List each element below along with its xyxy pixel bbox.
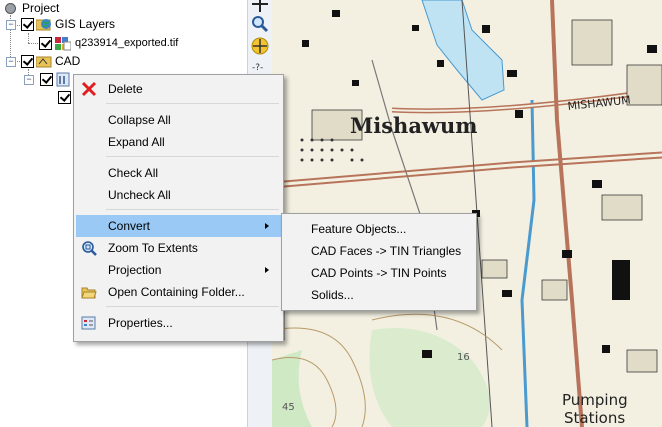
layer-checkbox[interactable] <box>58 91 71 104</box>
menu-item-label: CAD Points -> TIN Points <box>311 266 447 280</box>
tree-item-cad[interactable]: − CAD <box>0 53 240 70</box>
svg-text:-?-: -?- <box>252 63 263 73</box>
menu-item-label: CAD Faces -> TIN Triangles <box>311 244 462 258</box>
menu-separator <box>106 209 279 210</box>
collapse-toggle-icon[interactable]: − <box>6 57 16 67</box>
zoom-icon[interactable] <box>250 14 270 34</box>
menu-separator <box>106 156 279 157</box>
tree-item-raster[interactable]: q233914_exported.tif <box>0 35 240 52</box>
menu-item-label: Check All <box>108 166 159 180</box>
move-icon[interactable] <box>250 36 270 56</box>
layer-checkbox[interactable] <box>39 37 52 50</box>
properties-icon <box>81 315 97 331</box>
raster-image-icon <box>55 36 72 51</box>
pan-icon[interactable] <box>250 0 270 14</box>
layer-checkbox[interactable] <box>21 55 34 68</box>
menu-item-label: Uncheck All <box>108 188 171 202</box>
menu-item-uncheck-all[interactable]: Uncheck All <box>76 184 281 206</box>
menu-separator <box>106 103 279 104</box>
map-station-label-1: Pumping <box>562 391 628 409</box>
submenu-arrow-icon <box>265 223 269 229</box>
menu-item-label: Zoom To Extents <box>108 241 198 255</box>
map-town-label: Mishawum <box>350 113 478 138</box>
menu-item-delete[interactable]: Delete <box>76 78 281 100</box>
menu-item-label: Properties... <box>108 316 173 330</box>
tree-item-cad-child[interactable]: − <box>0 71 70 88</box>
convert-submenu: Feature Objects... CAD Faces -> TIN Tria… <box>281 213 477 311</box>
menu-item-check-all[interactable]: Check All <box>76 162 281 184</box>
tree-item-gis-layers[interactable]: − GIS Layers <box>0 16 240 33</box>
submenu-item-feature-objects[interactable]: Feature Objects... <box>284 218 474 240</box>
layer-checkbox[interactable] <box>40 73 53 86</box>
menu-item-label: Convert <box>108 219 151 233</box>
menu-item-properties[interactable]: Properties... <box>76 312 281 334</box>
globe-folder-icon <box>35 17 52 31</box>
tree-item-label: CAD <box>55 54 81 68</box>
cad-file-icon <box>56 72 70 87</box>
delete-x-icon <box>81 81 97 97</box>
menu-item-collapse-all[interactable]: Collapse All <box>76 109 281 131</box>
zoom-extents-icon <box>81 240 97 256</box>
tree-item-cad-grandchild[interactable] <box>0 89 72 106</box>
menu-item-expand-all[interactable]: Expand All <box>76 131 281 153</box>
context-menu: Delete Collapse All Expand All Check All… <box>73 74 284 342</box>
menu-item-convert[interactable]: Convert <box>76 215 281 237</box>
map-station-label-2: Stations <box>564 409 625 427</box>
menu-item-label: Expand All <box>108 135 165 149</box>
menu-item-label: Open Containing Folder... <box>108 285 245 299</box>
menu-item-zoom-to-extents[interactable]: Zoom To Extents <box>76 237 281 259</box>
tree-item-label: q233914_exported.tif <box>75 37 179 49</box>
menu-item-label: Projection <box>108 263 162 277</box>
submenu-arrow-icon <box>265 267 269 273</box>
menu-item-label: Delete <box>108 82 143 96</box>
menu-separator <box>106 306 279 307</box>
menu-item-label: Collapse All <box>108 113 171 127</box>
tree-item-project[interactable]: Project <box>0 0 240 17</box>
map-contour-label: 16 <box>457 352 470 363</box>
submenu-item-solids[interactable]: Solids... <box>284 284 474 306</box>
map-contour-label: 45 <box>282 402 295 413</box>
tree-item-label: GIS Layers <box>55 17 116 31</box>
collapse-toggle-icon[interactable]: − <box>24 75 34 85</box>
collapse-toggle-icon[interactable]: − <box>6 20 16 30</box>
project-icon <box>5 3 16 14</box>
tree-item-label: Project <box>22 1 60 15</box>
menu-item-open-containing-folder[interactable]: Open Containing Folder... <box>76 281 281 303</box>
cad-folder-icon <box>35 55 52 68</box>
menu-item-projection[interactable]: Projection <box>76 259 281 281</box>
menu-item-label: Solids... <box>311 288 354 302</box>
layer-checkbox[interactable] <box>21 18 34 31</box>
submenu-item-cad-points-tin[interactable]: CAD Points -> TIN Points <box>284 262 474 284</box>
menu-item-label: Feature Objects... <box>311 222 407 236</box>
folder-icon <box>81 284 97 300</box>
submenu-item-cad-faces-tin[interactable]: CAD Faces -> TIN Triangles <box>284 240 474 262</box>
